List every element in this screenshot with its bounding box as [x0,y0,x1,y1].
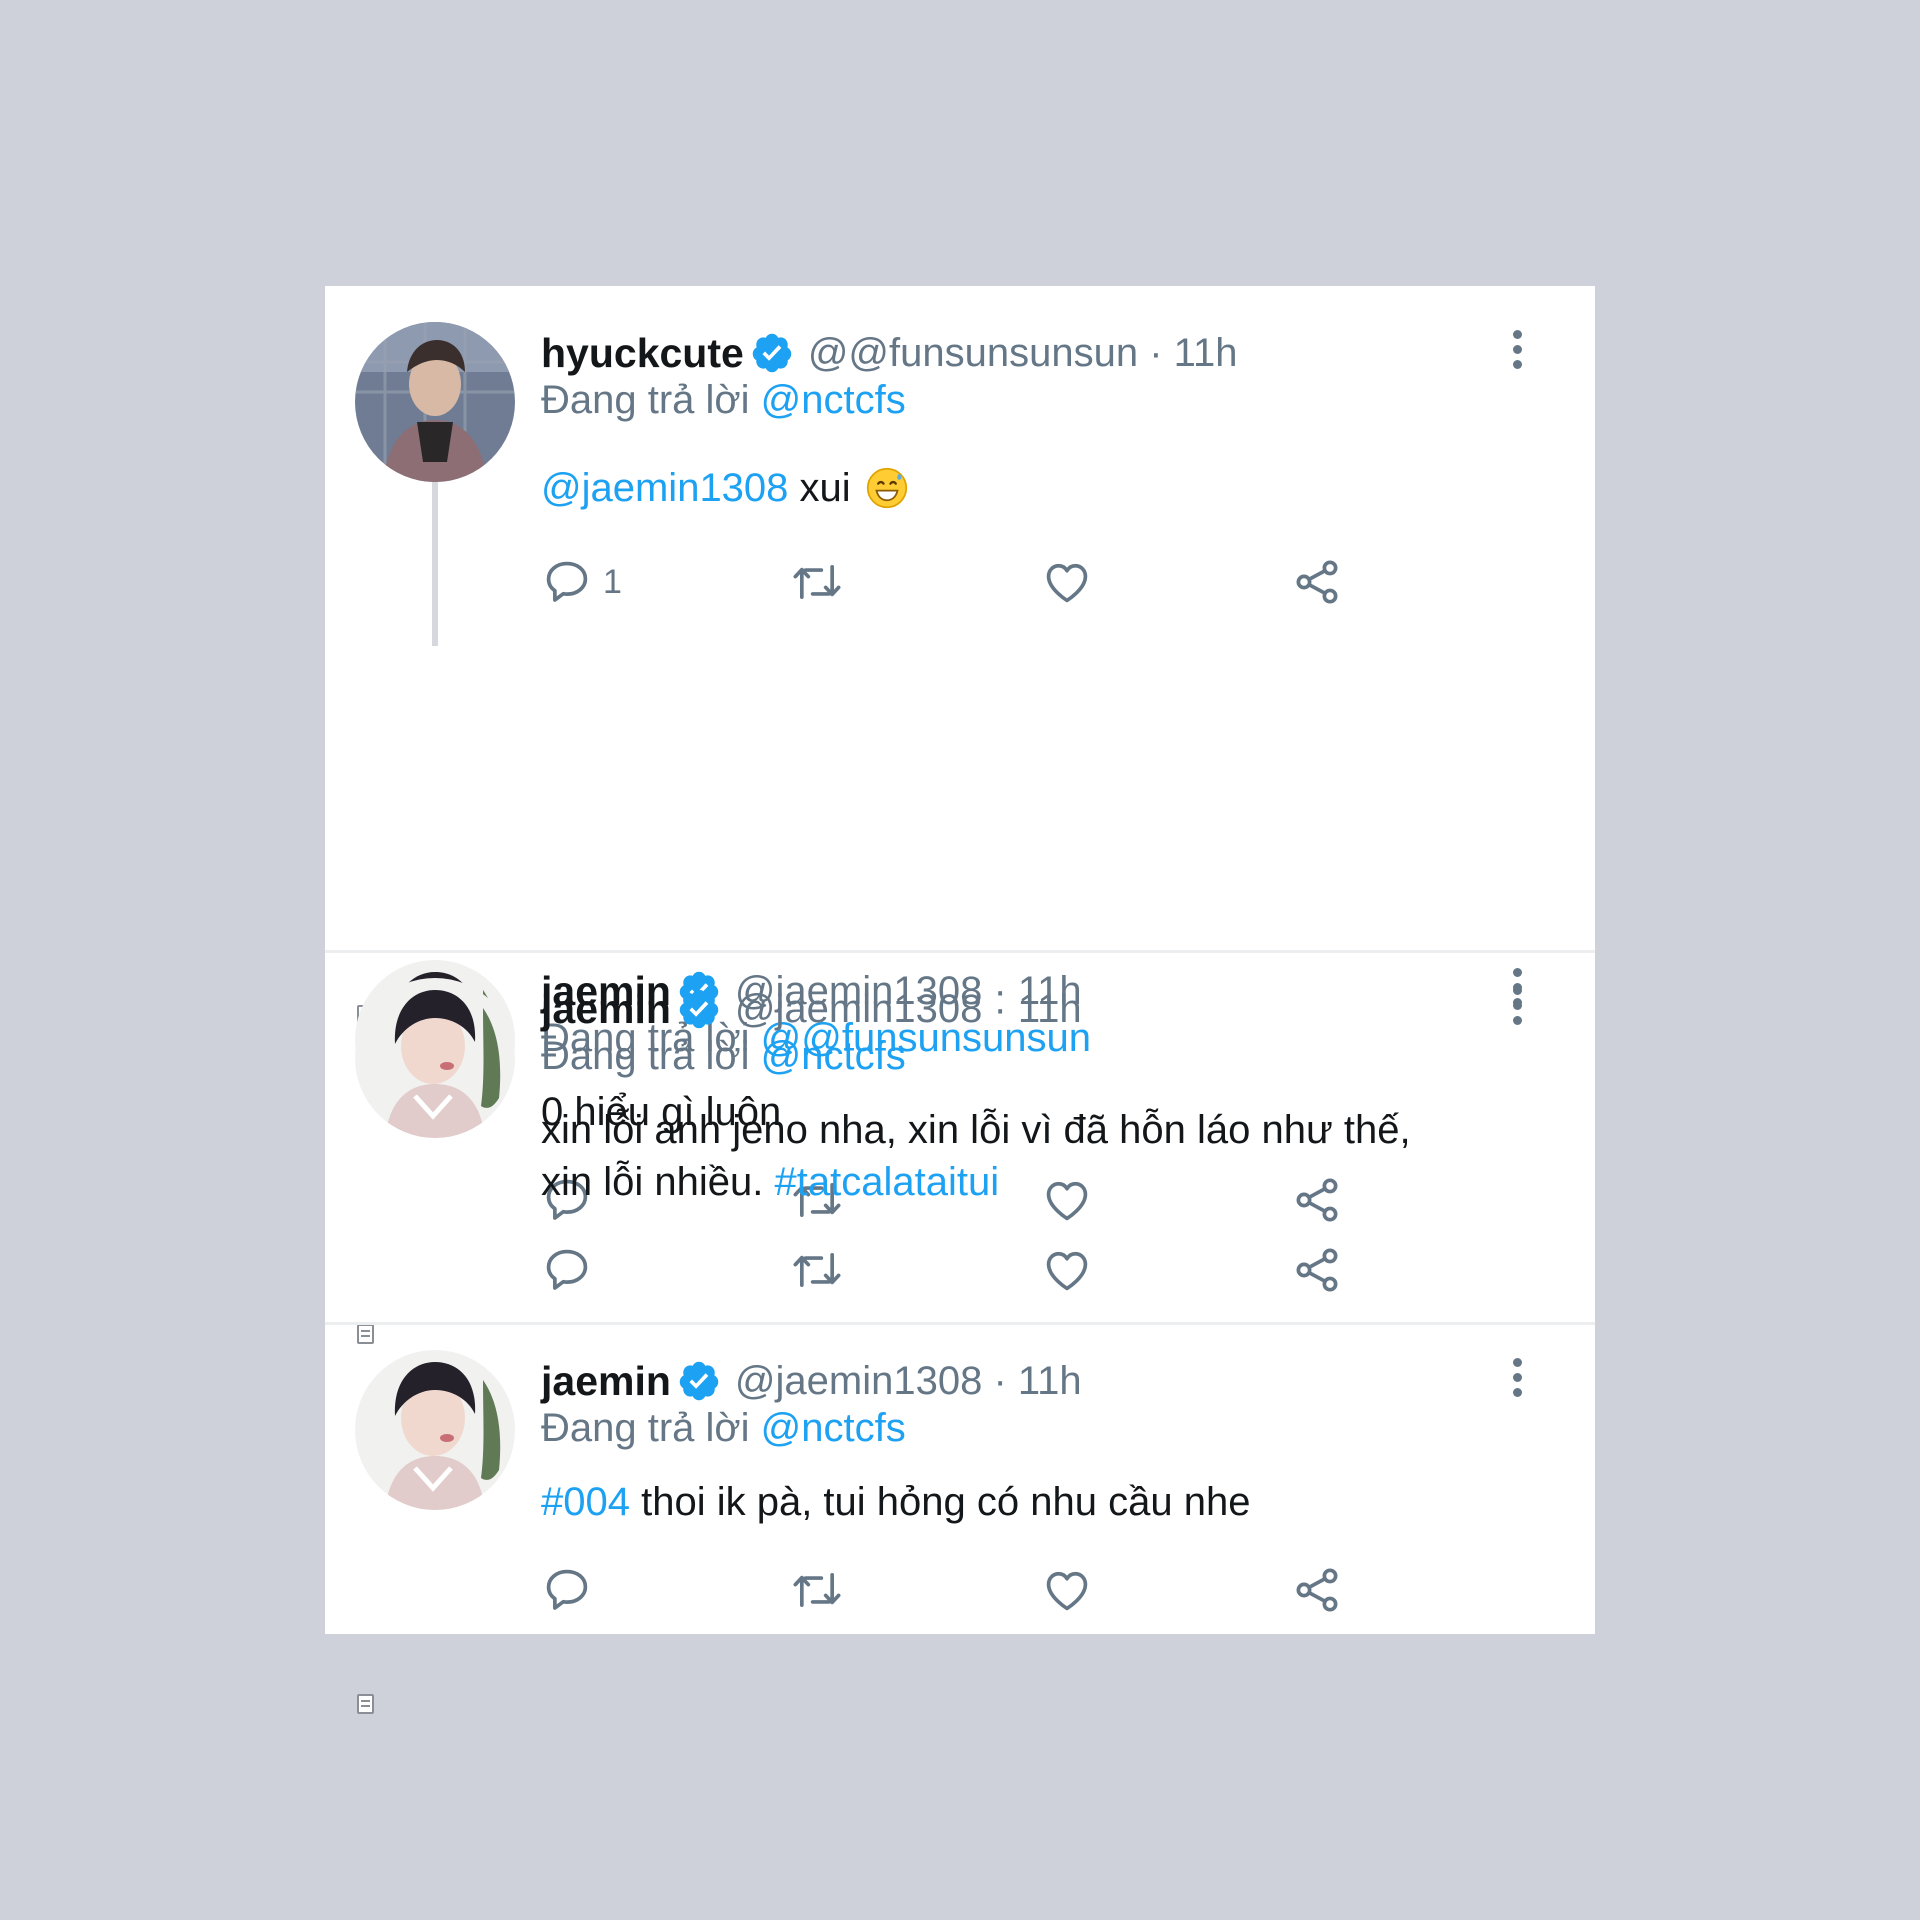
more-options-icon[interactable] [1505,1352,1529,1402]
retweet-button[interactable] [791,1562,843,1618]
sidebar-mark-icon [357,1694,374,1714]
reply-target-link[interactable]: @nctcfs [761,1406,906,1450]
avatar-jaemin[interactable] [355,1350,515,1510]
handle[interactable]: @jaemin1308 [735,1359,982,1404]
timestamp[interactable]: · 11h [982,1359,1081,1404]
like-button[interactable] [1041,1562,1093,1618]
reply-icon [541,1564,593,1616]
tweet-text-content: thoi ik pà, tui hỏng có nhu cầu nhe [629,1480,1251,1524]
tweet-header: jaemin @jaemin1308 · 11h [541,1356,1082,1406]
reply-context: Đang trả lời @nctcfs [541,1406,906,1451]
share-button[interactable] [1291,1562,1343,1618]
hashtag-link[interactable]: #004 [541,1480,630,1524]
reply-prefix: Đang trả lời [541,1406,750,1450]
tweet-4[interactable]: jaemin @jaemin1308 · 11h Đang trả lời @n… [325,286,1595,1714]
retweet-icon [791,1564,843,1616]
tweet-thread-card: hyuckcute @@funsunsunsun · 11h Đang trả … [325,286,1595,1714]
verified-badge-icon [677,1359,721,1403]
action-bar [541,1562,1441,1618]
display-name[interactable]: jaemin [541,1358,671,1405]
tweet-text: #004 thoi ik pà, tui hỏng có nhu cầu nhe [541,1476,1551,1528]
share-icon [1291,1564,1343,1616]
reply-button[interactable] [541,1562,593,1618]
like-icon [1041,1564,1093,1616]
